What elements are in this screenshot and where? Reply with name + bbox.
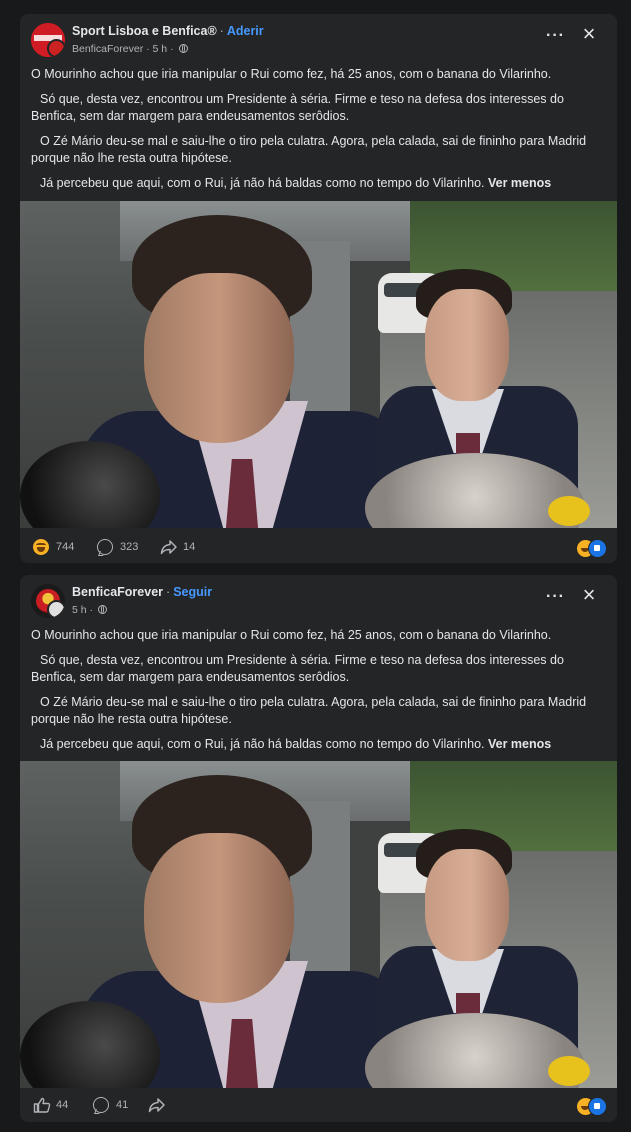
comment-icon	[97, 539, 113, 555]
post-meta: BenficaForever · 5 h ·	[72, 43, 188, 55]
post-photo[interactable]	[20, 201, 617, 528]
post-meta: 5 h ·	[72, 604, 107, 616]
post-text: O Mourinho achou que iria manipular o Ru…	[20, 62, 617, 192]
post-paragraph: Só que, desta vez, encontrou um Presiden…	[31, 653, 564, 684]
reaction-summary[interactable]	[576, 1097, 608, 1116]
post-paragraph: Já percebeu que aqui, com o Rui, já não …	[40, 176, 485, 190]
like-icon	[33, 1097, 51, 1113]
reactions-button[interactable]: 744	[33, 539, 74, 555]
join-button[interactable]: Aderir	[227, 24, 264, 38]
post-paragraph-last: Já percebeu que aqui, com o Rui, já não …	[31, 175, 606, 192]
action-bar: 744 323 14	[20, 530, 617, 563]
share-icon	[148, 1097, 165, 1113]
author-link[interactable]: BenficaForever	[72, 43, 143, 55]
see-less-link[interactable]: Ver menos	[488, 176, 551, 190]
more-icon[interactable]: ···	[546, 589, 565, 605]
post-paragraph: O Zé Mário deu-se mal e saiu-lhe o tiro …	[31, 134, 587, 165]
like-icon	[588, 539, 607, 558]
comment-button[interactable]: 323	[97, 539, 138, 555]
reaction-summary[interactable]	[576, 539, 608, 558]
like-count: 44	[56, 1099, 69, 1111]
author-avatar[interactable]	[47, 39, 65, 57]
post-title: Sport Lisboa e Benfica® · Aderir	[72, 24, 264, 38]
see-less-link[interactable]: Ver menos	[488, 737, 551, 751]
post-card: BenficaForever · Seguir 5 h · ··· × O Mour…	[20, 575, 617, 1122]
follow-button[interactable]: Seguir	[173, 585, 212, 599]
globe-icon	[178, 44, 188, 53]
close-icon[interactable]: ×	[580, 23, 598, 45]
comment-count: 323	[120, 541, 139, 553]
share-icon	[160, 539, 177, 555]
post-time[interactable]: 5 h	[72, 604, 87, 616]
post-title: BenficaForever · Seguir	[72, 585, 213, 599]
post-paragraph: O Mourinho achou que iria manipular o Ru…	[31, 628, 552, 642]
page-avatar[interactable]	[31, 23, 65, 57]
author-avatar[interactable]	[47, 600, 65, 618]
like-button[interactable]: 44	[33, 1097, 68, 1113]
haha-icon	[33, 539, 49, 555]
page-name-link[interactable]: Sport Lisboa e Benfica®	[72, 24, 217, 38]
comment-icon	[93, 1097, 109, 1113]
share-button[interactable]: 14	[160, 539, 195, 555]
post-photo[interactable]	[20, 761, 617, 1088]
post-text: O Mourinho achou que iria manipular o Ru…	[20, 623, 617, 753]
like-icon	[588, 1097, 607, 1116]
share-button[interactable]	[148, 1097, 165, 1113]
comment-count: 41	[116, 1099, 129, 1111]
post-paragraph: Já percebeu que aqui, com o Rui, já não …	[40, 737, 485, 751]
post-time[interactable]: 5 h	[153, 43, 168, 55]
post-paragraph-last: Já percebeu que aqui, com o Rui, já não …	[31, 736, 606, 753]
comment-button[interactable]: 41	[93, 1097, 128, 1113]
action-bar: 44 41	[20, 1088, 617, 1122]
page-avatar[interactable]	[31, 584, 65, 618]
share-count: 14	[183, 541, 196, 553]
close-icon[interactable]: ×	[580, 584, 598, 606]
post-paragraph: Só que, desta vez, encontrou um Presiden…	[31, 92, 564, 123]
reaction-count: 744	[56, 541, 75, 553]
post-header: BenficaForever · Seguir 5 h · ··· ×	[20, 575, 617, 623]
globe-icon	[97, 605, 107, 614]
post-header: Sport Lisboa e Benfica® · Aderir BenficaFo…	[20, 14, 617, 62]
post-card: Sport Lisboa e Benfica® · Aderir BenficaFo…	[20, 14, 617, 563]
more-icon[interactable]: ···	[546, 28, 565, 44]
post-paragraph: O Mourinho achou que iria manipular o Ru…	[31, 67, 552, 81]
post-paragraph: O Zé Mário deu-se mal e saiu-lhe o tiro …	[31, 695, 587, 726]
page-name-link[interactable]: BenficaForever	[72, 585, 163, 599]
